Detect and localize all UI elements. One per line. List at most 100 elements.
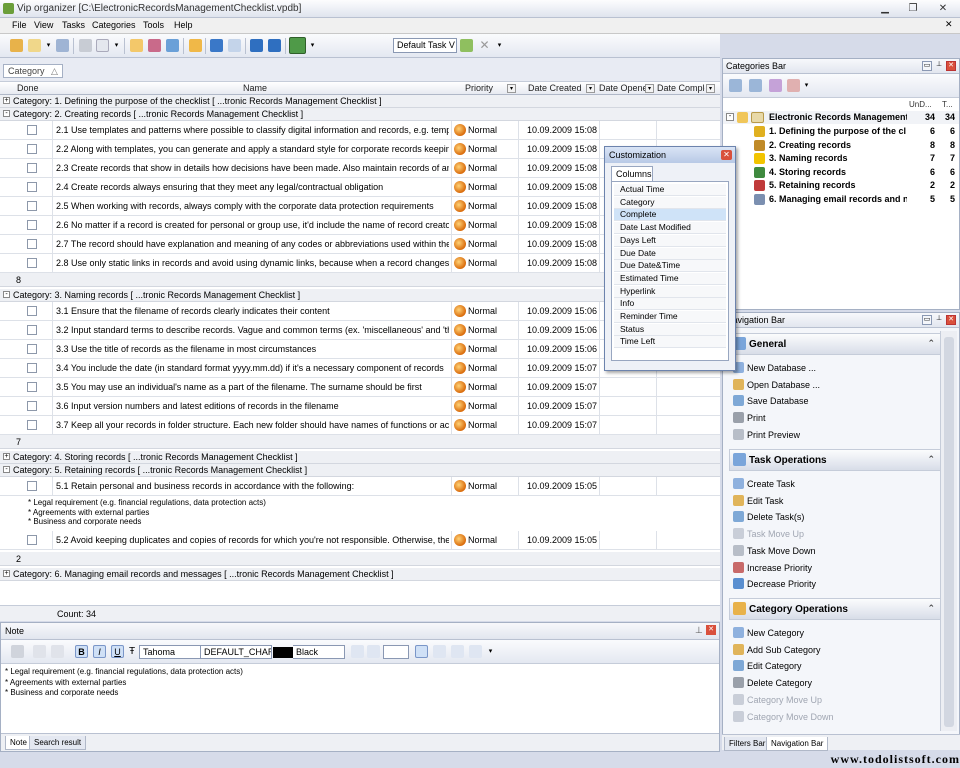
restore-icon[interactable]: ▭ xyxy=(922,315,932,325)
size-select[interactable] xyxy=(383,645,409,659)
column-chooser-item[interactable]: Info xyxy=(614,298,726,311)
collapse-icon[interactable]: - xyxy=(3,110,10,117)
column-chooser-item[interactable]: Date Last Modified xyxy=(614,222,726,235)
column-done[interactable]: Done xyxy=(17,83,39,93)
color-select[interactable]: Black xyxy=(293,645,345,659)
note-more-icon[interactable]: ▾ xyxy=(484,645,497,658)
done-checkbox[interactable] xyxy=(27,258,37,268)
done-checkbox[interactable] xyxy=(27,363,37,373)
category-item[interactable]: 2. Creating records 8 8 xyxy=(723,139,959,152)
menu-tasks[interactable]: Tasks xyxy=(62,20,85,30)
task-row[interactable]: 5.1 Retain personal and business records… xyxy=(0,477,720,496)
done-checkbox[interactable] xyxy=(27,481,37,491)
category-more-icon[interactable]: ▾ xyxy=(800,79,813,92)
bullets-icon[interactable] xyxy=(469,645,482,658)
collapse-section-icon[interactable]: ⌃ xyxy=(927,338,935,349)
column-date-created[interactable]: Date Created xyxy=(528,83,582,93)
done-checkbox[interactable] xyxy=(27,163,37,173)
note-save-icon[interactable] xyxy=(33,645,46,658)
print-preview-icon[interactable] xyxy=(96,39,109,52)
navigation-scrollbar[interactable] xyxy=(940,331,957,731)
outdent-icon[interactable] xyxy=(367,645,380,658)
category-group-row[interactable]: + Category: 6. Managing email records and… xyxy=(0,568,720,581)
tab-search-result[interactable]: Search result xyxy=(29,736,87,750)
column-name[interactable]: Name xyxy=(243,83,267,93)
menu-file[interactable]: File xyxy=(12,20,27,30)
menubar-close-icon[interactable]: ✕ xyxy=(945,19,953,30)
done-checkbox[interactable] xyxy=(27,125,37,135)
expand-icon[interactable]: + xyxy=(3,453,10,460)
tab-columns[interactable]: Columns xyxy=(611,166,653,181)
collapse-icon[interactable]: - xyxy=(3,466,10,473)
column-chooser-item[interactable]: Actual Time xyxy=(614,184,726,196)
link-icon[interactable] xyxy=(189,39,202,52)
bold-icon[interactable]: B xyxy=(75,645,88,658)
done-checkbox[interactable] xyxy=(27,325,37,335)
category-item[interactable]: 6. Managing email records and n 5 5 xyxy=(723,193,959,206)
column-date-opened[interactable]: Date Opened xyxy=(599,83,645,93)
nav-section-task-operations[interactable]: Task Operations ⌃ xyxy=(729,449,941,471)
column-chooser-item[interactable]: Estimated Time xyxy=(614,272,726,285)
expand-icon[interactable]: + xyxy=(3,570,10,577)
task-row[interactable]: 2.1 Use templates and patterns where pos… xyxy=(0,121,720,140)
add-category-icon[interactable] xyxy=(729,79,742,92)
filter-options-icon[interactable]: ▾ xyxy=(493,39,506,52)
font-family-select[interactable]: Tahoma xyxy=(139,645,201,659)
collapse-icon[interactable]: - xyxy=(726,113,734,121)
column-chooser-item[interactable]: Due Date&Time xyxy=(614,260,726,273)
collapse-icon[interactable]: - xyxy=(3,291,10,298)
tab-navigation-bar[interactable]: Navigation Bar xyxy=(766,737,829,751)
delete-category-icon[interactable] xyxy=(787,79,800,92)
done-checkbox[interactable] xyxy=(27,239,37,249)
date-complete-filter-icon[interactable]: ▾ xyxy=(706,84,715,93)
column-chooser-item[interactable]: Time Left xyxy=(614,336,726,349)
close-icon[interactable]: ✕ xyxy=(946,61,956,71)
apply-filter-icon[interactable] xyxy=(460,39,473,52)
category-item[interactable]: 1. Defining the purpose of the cl 6 6 xyxy=(723,125,959,138)
column-chooser-item[interactable]: Hyperlink xyxy=(614,285,726,298)
close-icon[interactable]: ✕ xyxy=(936,3,950,14)
uncomplete-icon[interactable] xyxy=(228,39,241,52)
category-group-row[interactable]: + Category: 1. Defining the purpose of th… xyxy=(0,95,720,108)
note-editor[interactable]: * Legal requirement (e.g. financial regu… xyxy=(5,667,243,699)
scroll-thumb[interactable] xyxy=(944,337,954,727)
date-opened-filter-icon[interactable]: ▾ xyxy=(645,84,654,93)
category-root[interactable]: - Electronic Records Management 34 34 xyxy=(723,111,959,124)
done-checkbox[interactable] xyxy=(27,220,37,230)
maximize-icon[interactable]: ❐ xyxy=(906,3,920,14)
column-date-complete[interactable]: Date Complete xyxy=(657,83,705,93)
align-right-icon[interactable] xyxy=(451,645,464,658)
add-subcategory-icon[interactable] xyxy=(749,79,762,92)
clear-filter-icon[interactable]: ✕ xyxy=(478,39,491,52)
filter-dropdown-icon[interactable]: ▾ xyxy=(306,39,319,52)
tab-filters-bar[interactable]: Filters Bar xyxy=(724,737,771,751)
open-icon[interactable] xyxy=(28,39,41,52)
group-by-category-tag[interactable]: Category △ xyxy=(3,64,63,78)
nav-section-category-operations[interactable]: Category Operations ⌃ xyxy=(729,598,941,620)
new-category-icon[interactable] xyxy=(130,39,143,52)
note-close-icon[interactable]: ✕ xyxy=(706,625,716,635)
column-chooser-item[interactable]: Reminder Time xyxy=(614,311,726,323)
column-chooser-item[interactable]: Due Date xyxy=(614,247,726,260)
task-row[interactable]: 3.7 Keep all your records in folder stru… xyxy=(0,416,720,435)
column-priority[interactable]: Priority xyxy=(465,83,493,93)
open-dropdown-icon[interactable]: ▾ xyxy=(42,39,55,52)
task-row[interactable]: 3.5 You may use an individual's name as … xyxy=(0,378,720,397)
done-checkbox[interactable] xyxy=(27,182,37,192)
done-checkbox[interactable] xyxy=(27,344,37,354)
charset-select[interactable]: DEFAULT_CHAR xyxy=(200,645,272,659)
priority-filter-icon[interactable]: ▾ xyxy=(507,84,516,93)
date-created-filter-icon[interactable]: ▾ xyxy=(586,84,595,93)
align-left-icon[interactable] xyxy=(415,645,428,658)
minimize-icon[interactable]: ▁ xyxy=(878,3,892,14)
menu-help[interactable]: Help xyxy=(174,20,193,30)
filter-icon[interactable] xyxy=(289,37,306,54)
expand-icon[interactable]: + xyxy=(3,97,10,104)
nav-section-general[interactable]: General ⌃ xyxy=(729,333,941,355)
filter-select[interactable]: Default Task V xyxy=(393,38,457,53)
done-checkbox[interactable] xyxy=(27,382,37,392)
category-group-row[interactable]: - Category: 2. Creating records [ ...tron… xyxy=(0,108,720,121)
edit-category-icon[interactable] xyxy=(769,79,782,92)
print-dropdown-icon[interactable]: ▾ xyxy=(110,39,123,52)
pin-icon[interactable]: ⊥ xyxy=(934,315,944,325)
